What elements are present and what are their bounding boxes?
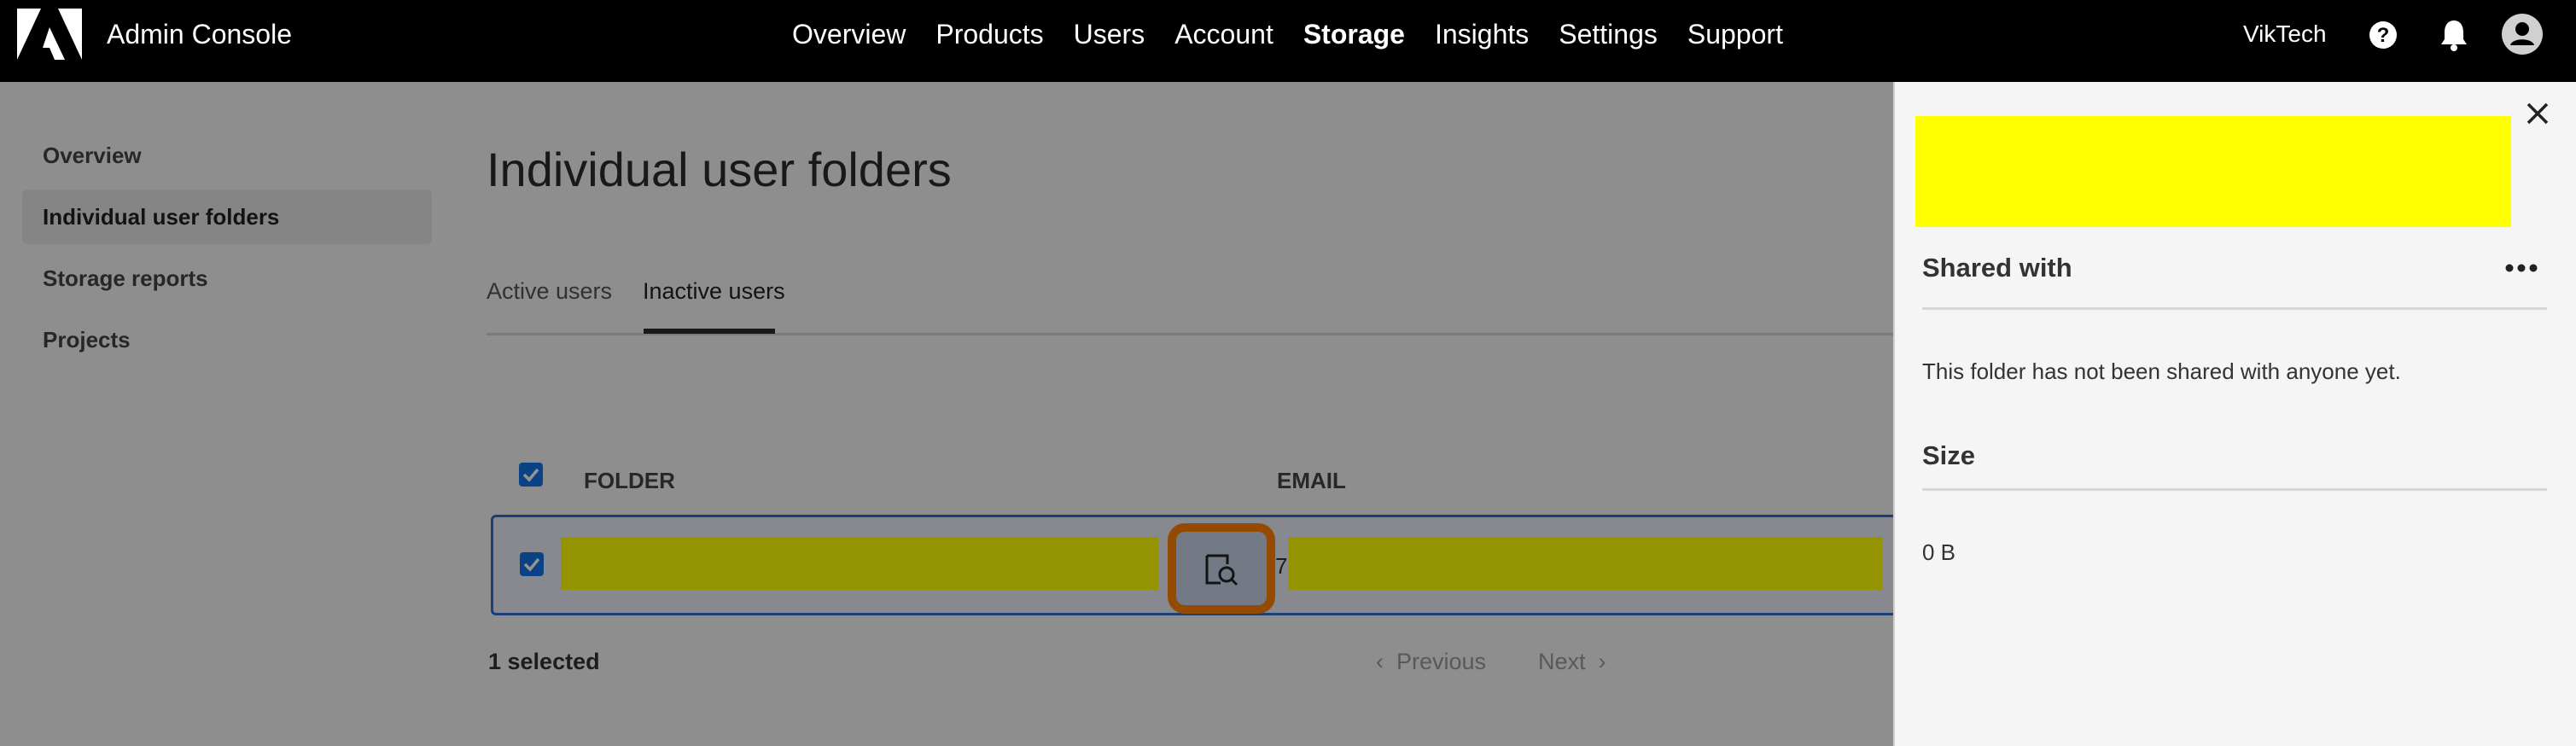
shared-with-heading: Shared with xyxy=(1922,253,2072,283)
app-title[interactable]: Admin Console xyxy=(107,19,292,50)
nav-support[interactable]: Support xyxy=(1687,19,1783,50)
user-avatar-icon[interactable] xyxy=(2501,13,2544,55)
top-bar: Admin Console Overview Products Users Ac… xyxy=(0,0,2576,82)
more-options-icon[interactable] xyxy=(2504,261,2538,275)
nav-account[interactable]: Account xyxy=(1174,19,1273,50)
nav-users[interactable]: Users xyxy=(1074,19,1145,50)
divider xyxy=(1922,488,2547,491)
top-nav: Overview Products Users Account Storage … xyxy=(792,19,1813,50)
size-value: 0 B xyxy=(1922,539,1956,565)
nav-products[interactable]: Products xyxy=(935,19,1043,50)
nav-overview[interactable]: Overview xyxy=(792,19,906,50)
divider xyxy=(1922,307,2547,310)
svg-text:?: ? xyxy=(2377,24,2390,47)
close-icon[interactable] xyxy=(2525,101,2550,126)
help-icon[interactable]: ? xyxy=(2369,20,2398,50)
nav-settings[interactable]: Settings xyxy=(1559,19,1658,50)
panel-title-redacted xyxy=(1915,116,2511,227)
nav-storage[interactable]: Storage xyxy=(1303,19,1405,50)
size-heading: Size xyxy=(1922,440,1976,470)
nav-insights[interactable]: Insights xyxy=(1435,19,1529,50)
bell-icon[interactable] xyxy=(2439,19,2468,51)
shared-with-empty-text: This folder has not been shared with any… xyxy=(1922,358,2401,384)
modal-overlay[interactable] xyxy=(0,82,1893,746)
org-switcher[interactable]: VikTech xyxy=(2243,20,2327,48)
adobe-logo-icon[interactable] xyxy=(17,9,82,60)
